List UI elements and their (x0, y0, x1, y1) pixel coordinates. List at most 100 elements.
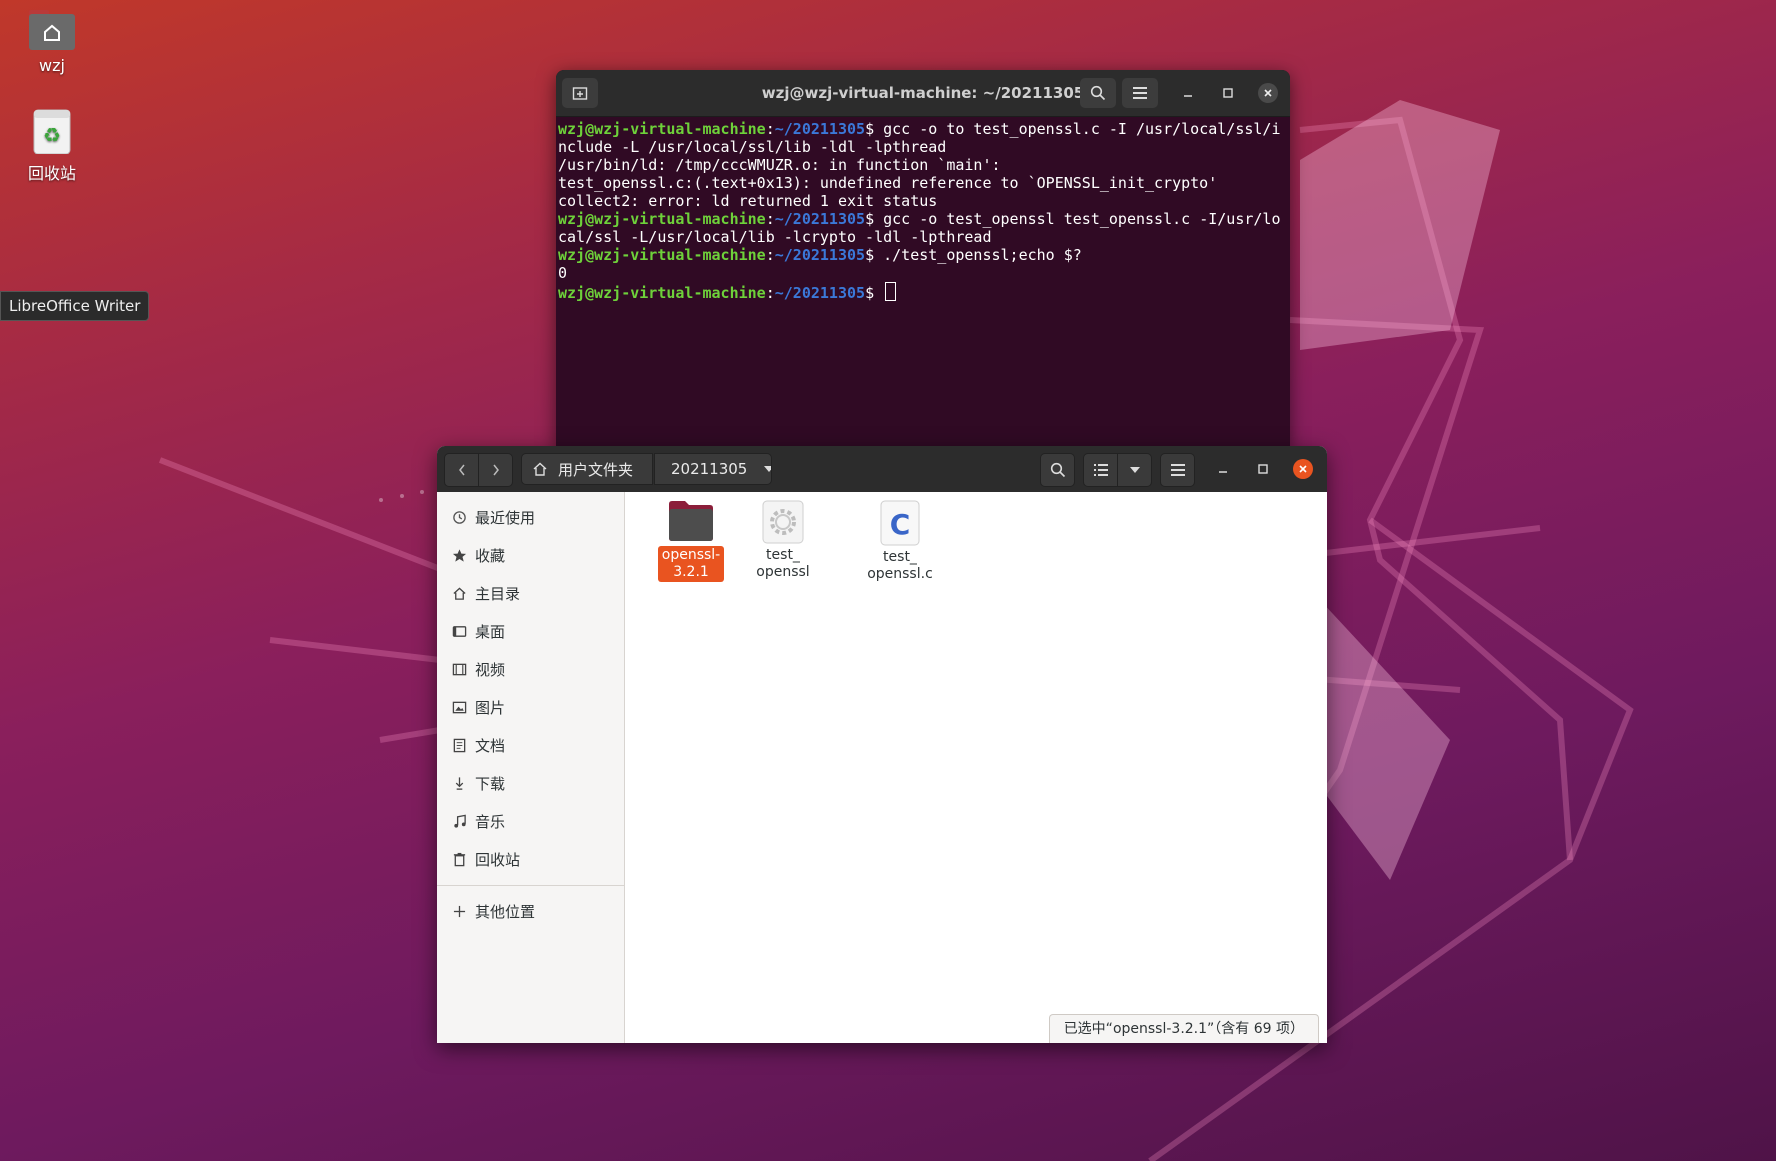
selection-status-bar: 已选中“openssl-3.2.1”（含有 69 项） (1048, 1014, 1319, 1043)
list-view-button[interactable] (1083, 453, 1118, 487)
forward-button[interactable] (478, 453, 513, 487)
breadcrumb-current[interactable]: 20211305 (654, 453, 772, 485)
prompt-user: wzj@wzj-virtual-machine (558, 120, 766, 138)
files-maximize-button[interactable] (1253, 459, 1273, 479)
chevron-down-icon (1129, 467, 1140, 473)
sidebar-item-other-locations[interactable]: 其他位置 (437, 892, 624, 930)
sidebar-item-label: 桌面 (475, 622, 506, 641)
desktop-trash-label: 回收站 (27, 164, 76, 183)
sidebar-item-label: 图片 (475, 698, 506, 717)
clock-icon (451, 509, 467, 525)
hamburger-menu-icon (1170, 464, 1185, 476)
trash-icon (451, 851, 467, 867)
breadcrumb-home-label: 用户文件夹 (558, 460, 634, 479)
sidebar-item-documents[interactable]: 文档 (437, 726, 624, 764)
back-button[interactable] (444, 453, 479, 487)
files-minimize-button[interactable] (1213, 459, 1233, 479)
desktop-home-folder[interactable]: wzj (7, 10, 97, 75)
terminal-minimize-button[interactable] (1178, 83, 1198, 103)
file-item-test-openssl-c-source[interactable]: C test_ openssl.c (857, 500, 943, 584)
breadcrumb-current-label: 20211305 (671, 460, 748, 478)
terminal-command-line: wzj@wzj-virtual-machine:~/20211305$ ./te… (558, 246, 1286, 264)
sidebar-item-home[interactable]: 主目录 (437, 574, 624, 612)
sidebar-item-starred[interactable]: 收藏 (437, 536, 624, 574)
sidebar-item-label: 视频 (475, 660, 506, 679)
terminal-menu-button[interactable] (1122, 78, 1158, 108)
video-icon (451, 661, 467, 677)
chevron-down-icon (764, 466, 771, 472)
terminal-maximize-button[interactable] (1218, 83, 1238, 103)
file-manager-window[interactable]: 用户文件夹 20211305 最近使用 收藏 主目录 桌面 视频 图片 文档 下… (437, 446, 1327, 1043)
plus-icon (451, 903, 467, 919)
sidebar-item-desktop[interactable]: 桌面 (437, 612, 624, 650)
executable-gear-icon (762, 500, 804, 544)
prompt-user: wzj@wzj-virtual-machine (558, 284, 766, 302)
terminal-output-line: 0 (558, 264, 568, 282)
files-close-button[interactable] (1293, 459, 1313, 479)
sidebar-item-label: 回收站 (475, 850, 521, 869)
trash-bin-icon: ♻ (28, 108, 76, 155)
svg-text:C: C (890, 508, 911, 541)
document-icon (451, 737, 467, 753)
terminal-close-button[interactable] (1258, 83, 1278, 103)
view-options-button[interactable] (1117, 453, 1152, 487)
text-cursor (885, 282, 897, 301)
sidebar-item-label: 音乐 (475, 812, 506, 831)
file-menu-button[interactable] (1160, 453, 1195, 487)
file-item-openssl-folder[interactable]: openssl- 3.2.1 (648, 500, 734, 582)
file-manager-headerbar[interactable]: 用户文件夹 20211305 (437, 446, 1327, 492)
prompt-path: ~/20211305 (774, 210, 866, 228)
prompt-path: ~/20211305 (774, 284, 866, 302)
sidebar-item-pictures[interactable]: 图片 (437, 688, 624, 726)
prompt-user: wzj@wzj-virtual-machine (558, 246, 766, 264)
chevron-left-icon (458, 464, 465, 476)
sidebar-item-downloads[interactable]: 下载 (437, 764, 624, 802)
file-item-name: test_ openssl.c (867, 549, 933, 582)
maximize-icon (1223, 88, 1233, 98)
folder-icon (669, 501, 713, 541)
star-icon (451, 547, 467, 563)
home-folder-icon (28, 10, 76, 50)
terminal-output-line: collect2: error: ld returned 1 exit stat… (558, 192, 938, 210)
file-search-button[interactable] (1040, 453, 1075, 487)
list-view-icon (1093, 464, 1108, 476)
sidebar-item-label: 其他位置 (475, 902, 536, 921)
prompt-separator: : (765, 246, 775, 264)
terminal-search-button[interactable] (1080, 78, 1116, 108)
terminal-command-line: wzj@wzj-virtual-machine:~/20211305$ gcc … (558, 210, 1286, 246)
file-view[interactable]: openssl- 3.2.1 test_ openssl C test_ openss… (625, 492, 1327, 1043)
terminal-window[interactable]: wzj@wzj-virtual-machine: ~/20211305 wzj@… (556, 70, 1290, 450)
desktop-icon (451, 623, 467, 639)
terminal-output-line: test_openssl.c:(.text+0x13): undefined r… (558, 174, 1218, 192)
sidebar-item-music[interactable]: 音乐 (437, 802, 624, 840)
sidebar-separator (437, 885, 624, 886)
prompt-separator: : (765, 120, 775, 138)
terminal-output[interactable]: wzj@wzj-virtual-machine:~/20211305$ gcc … (556, 117, 1288, 305)
prompt-path: ~/20211305 (774, 120, 866, 138)
terminal-command-line: wzj@wzj-virtual-machine:~/20211305$ (558, 282, 1286, 302)
breadcrumb-home[interactable]: 用户文件夹 (521, 453, 653, 485)
prompt-path: ~/20211305 (774, 246, 866, 264)
hamburger-menu-icon (1133, 87, 1147, 99)
minimize-icon (1219, 471, 1227, 473)
image-icon (451, 699, 467, 715)
prompt-separator: : (765, 210, 775, 228)
sidebar-item-recent[interactable]: 最近使用 (437, 498, 624, 536)
sidebar-item-label: 下载 (475, 774, 506, 793)
sidebar-item-trash[interactable]: 回收站 (437, 840, 624, 878)
music-icon (451, 813, 467, 829)
file-item-name: test_ openssl (756, 547, 810, 580)
sidebar-item-label: 最近使用 (475, 508, 536, 527)
terminal-headerbar[interactable]: wzj@wzj-virtual-machine: ~/20211305 (556, 70, 1290, 117)
terminal-output-line: /usr/bin/ld: /tmp/cccWMUZR.o: in functio… (558, 156, 1001, 174)
desktop-trash[interactable]: ♻ 回收站 (7, 108, 97, 184)
prompt-user: wzj@wzj-virtual-machine (558, 210, 766, 228)
sidebar-item-label: 文档 (475, 736, 506, 755)
desktop-home-label: wzj (39, 56, 65, 75)
command-text: $ ./test_openssl;echo $? (865, 246, 1082, 264)
sidebar-item-label: 收藏 (475, 546, 506, 565)
terminal-command-line: wzj@wzj-virtual-machine:~/20211305$ gcc … (558, 120, 1286, 156)
file-item-test-openssl-executable[interactable]: test_ openssl (740, 500, 826, 582)
sidebar-item-videos[interactable]: 视频 (437, 650, 624, 688)
close-icon (1264, 89, 1272, 97)
